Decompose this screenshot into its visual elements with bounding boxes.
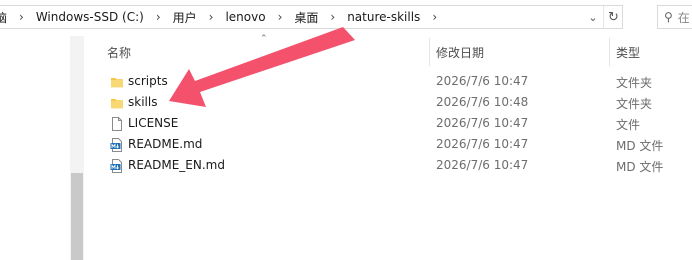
list-item-scripts[interactable]: scripts 2026/7/6 10:47 文件夹 xyxy=(100,72,692,92)
address-toolbar: 脑 › Windows-SSD (C:) › 用户 › lenovo › 桌面 … xyxy=(0,0,692,36)
column-header-name[interactable]: 名称 xyxy=(107,44,131,61)
md-file-icon xyxy=(110,159,124,173)
address-bar[interactable]: 脑 › Windows-SSD (C:) › 用户 › lenovo › 桌面 … xyxy=(0,5,623,29)
list-item-readme[interactable]: README.md 2026/7/6 10:47 MD 文件 xyxy=(100,135,692,155)
refresh-icon[interactable]: ↻ xyxy=(603,6,623,28)
file-modified: 2026/7/6 10:48 xyxy=(436,95,529,109)
breadcrumb-item-drive[interactable]: Windows-SSD (C:) xyxy=(35,10,145,24)
folder-icon xyxy=(110,75,124,89)
breadcrumb-separator[interactable]: › xyxy=(432,10,437,24)
navigation-scrollbar[interactable] xyxy=(70,36,84,260)
file-type: MD 文件 xyxy=(616,160,664,174)
file-name: LICENSE xyxy=(128,116,179,130)
list-item-skills[interactable]: skills 2026/7/6 10:48 文件夹 xyxy=(100,93,692,113)
column-divider[interactable] xyxy=(609,38,610,66)
breadcrumb: 脑 › Windows-SSD (C:) › 用户 › lenovo › 桌面 … xyxy=(0,6,448,28)
file-type: 文件夹 xyxy=(616,76,653,90)
file-name: README_EN.md xyxy=(128,158,225,172)
breadcrumb-separator[interactable]: › xyxy=(330,10,335,24)
folder-icon xyxy=(110,96,124,110)
breadcrumb-separator[interactable]: › xyxy=(19,10,24,24)
breadcrumb-separator[interactable]: › xyxy=(278,10,283,24)
file-name: scripts xyxy=(128,74,168,88)
file-icon xyxy=(110,117,124,131)
breadcrumb-item-current-folder[interactable]: nature-skills xyxy=(346,10,421,24)
file-type: 文件 xyxy=(616,118,641,132)
breadcrumb-separator[interactable]: › xyxy=(156,10,161,24)
column-divider[interactable] xyxy=(429,38,430,66)
file-modified: 2026/7/6 10:47 xyxy=(436,74,529,88)
file-type: 文件夹 xyxy=(616,97,653,111)
file-type: MD 文件 xyxy=(616,139,664,153)
chevron-down-icon[interactable]: ⌄ xyxy=(583,6,603,28)
breadcrumb-separator[interactable]: › xyxy=(209,10,214,24)
list-item-readme-en[interactable]: README_EN.md 2026/7/6 10:47 MD 文件 xyxy=(100,156,692,176)
file-modified: 2026/7/6 10:47 xyxy=(436,158,529,172)
list-item-license[interactable]: LICENSE 2026/7/6 10:47 文件 xyxy=(100,114,692,134)
md-file-icon xyxy=(110,138,124,152)
column-header-type[interactable]: 类型 xyxy=(616,44,640,61)
breadcrumb-item-user[interactable]: lenovo xyxy=(224,10,266,24)
scrollbar-thumb[interactable] xyxy=(71,173,83,260)
sort-ascending-icon: ⌃ xyxy=(260,34,268,44)
breadcrumb-item-desktop[interactable]: 桌面 xyxy=(293,9,319,26)
search-icon: ⚲ xyxy=(664,10,673,24)
search-placeholder: 在 na xyxy=(677,10,692,25)
file-modified: 2026/7/6 10:47 xyxy=(436,137,529,151)
file-name: README.md xyxy=(128,137,203,151)
breadcrumb-item-thispc[interactable]: 脑 xyxy=(0,9,8,26)
column-header-modified[interactable]: 修改日期 xyxy=(436,44,484,61)
file-modified: 2026/7/6 10:47 xyxy=(436,116,529,130)
breadcrumb-item-users[interactable]: 用户 xyxy=(172,9,198,26)
search-input[interactable]: ⚲ 在 na xyxy=(657,5,692,29)
file-name: skills xyxy=(128,95,158,109)
